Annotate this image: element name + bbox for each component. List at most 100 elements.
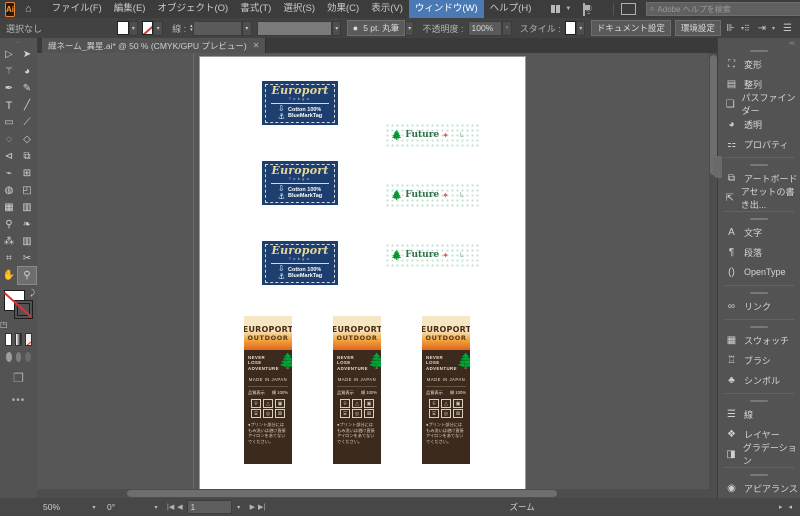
- scale-tool[interactable]: ⧉: [18, 148, 36, 165]
- curvature-tool[interactable]: ✎: [18, 80, 36, 97]
- first-artboard-icon[interactable]: |◀: [167, 503, 174, 511]
- search-input[interactable]: ⌕ Adobe ヘルプを検索: [645, 2, 800, 16]
- gradient-swatch-button[interactable]: [15, 333, 22, 346]
- panel-group-grip[interactable]: [718, 215, 800, 222]
- panel-brushes[interactable]: ♖ ブラシ: [718, 350, 800, 370]
- variable-width-profile[interactable]: [256, 20, 333, 36]
- fill-dropdown-icon[interactable]: ▾: [128, 20, 139, 36]
- arrange-documents-icon[interactable]: ▼: [551, 5, 571, 13]
- graphic-style-swatch[interactable]: [564, 21, 577, 35]
- hang-tag[interactable]: EUROPORT OUTDOOR NEVER LOSE ADVENTURE 🌲 …: [333, 316, 381, 464]
- distribute-spacing-icon[interactable]: ⇥ ▾: [758, 23, 775, 34]
- menu-item-type[interactable]: 書式(T): [234, 0, 277, 18]
- close-icon[interactable]: ✕: [253, 41, 260, 50]
- align-icon[interactable]: ⊪ ▾: [726, 23, 744, 34]
- lasso-tool[interactable]: ◕: [18, 63, 36, 80]
- panel-group-grip[interactable]: [718, 289, 800, 296]
- panel-symbols[interactable]: ♣ シンボル: [718, 370, 800, 390]
- opacity-dropdown-icon[interactable]: ›: [502, 20, 512, 36]
- preferences-button[interactable]: 環境設定: [674, 20, 721, 36]
- stroke-weight-input[interactable]: [192, 20, 243, 36]
- type-tool[interactable]: T: [0, 97, 18, 114]
- green-label[interactable]: 🌲 Future ✦ L: [385, 123, 481, 148]
- style-dropdown-icon[interactable]: ▾: [576, 20, 586, 36]
- selection-tool[interactable]: ▷: [0, 46, 18, 63]
- panel-swatches[interactable]: ▦ スウォッチ: [718, 330, 800, 350]
- panel-links[interactable]: ∞ リンク: [718, 296, 800, 316]
- paintbrush-tool[interactable]: ⟋: [18, 114, 36, 131]
- edit-toolbar-icon[interactable]: •••: [0, 391, 37, 406]
- zoom-level-input[interactable]: 50%: [37, 502, 87, 512]
- panel-transform[interactable]: ⛶ 変形: [718, 54, 800, 74]
- draw-normal-icon[interactable]: [6, 352, 12, 362]
- document-tab[interactable]: 織ネーム_異星.ai* @ 50 % (CMYK/GPU プレビュー) ✕: [42, 38, 267, 53]
- slice-tool[interactable]: ✂: [18, 250, 36, 267]
- share-icon[interactable]: [620, 3, 636, 15]
- magic-wand-tool[interactable]: ⚚: [0, 63, 18, 80]
- brush-definition-select[interactable]: ● 5 pt. 丸筆: [346, 20, 406, 36]
- hang-tag[interactable]: EUROPORT OUTDOOR NEVER LOSE ADVENTURE 🌲 …: [244, 316, 292, 464]
- panel-stroke[interactable]: ☰ 線: [718, 404, 800, 424]
- menu-item-view[interactable]: 表示(V): [365, 0, 409, 18]
- artboard[interactable]: Europort Tokyo ⇩ ⚓ Cotton 100% BlueMarkT…: [200, 57, 525, 494]
- hand-tool[interactable]: ✋: [0, 267, 18, 284]
- menu-item-window[interactable]: ウィンドウ(W): [408, 0, 484, 18]
- shape-builder-tool[interactable]: ◍: [0, 182, 18, 199]
- change-screen-mode-icon[interactable]: ❐: [0, 365, 37, 391]
- menu-item-edit[interactable]: 編集(E): [108, 0, 152, 18]
- symbol-sprayer-tool[interactable]: ⁂: [0, 233, 18, 250]
- gradient-tool[interactable]: ▥: [18, 199, 36, 216]
- eyedropper-tool[interactable]: ⚲: [0, 216, 18, 233]
- status-expand-icon[interactable]: ▸: [779, 503, 783, 511]
- menu-item-file[interactable]: ファイル(F): [46, 0, 108, 18]
- rotation-dropdown-icon[interactable]: ▾: [149, 504, 163, 511]
- stroke-swatch[interactable]: [142, 21, 154, 35]
- more-options-icon[interactable]: ☰: [783, 23, 800, 34]
- rotate-tool[interactable]: ⊲: [0, 148, 18, 165]
- column-graph-tool[interactable]: ▥: [18, 233, 36, 250]
- panel-pathfinder[interactable]: ❏ パスファインダー: [718, 93, 800, 116]
- pen-tool[interactable]: ✒: [0, 80, 18, 97]
- brush-dropdown-icon[interactable]: ▾: [405, 20, 415, 36]
- transform-icon[interactable]: ⠿: [744, 24, 751, 33]
- artboard-tool[interactable]: ⌗: [0, 250, 18, 267]
- artboard-dropdown-icon[interactable]: ▾: [232, 504, 246, 511]
- eraser-tool[interactable]: ◇: [18, 131, 36, 148]
- document-setup-button[interactable]: ドキュメント設定: [590, 20, 671, 36]
- shaper-tool[interactable]: ◌: [0, 131, 18, 148]
- green-label[interactable]: 🌲 Future ✦ L: [385, 243, 481, 268]
- rectangle-tool[interactable]: ▭: [0, 114, 18, 131]
- woven-label[interactable]: Europort Tokyo ⇩ ⚓ Cotton 100% BlueMarkT…: [262, 81, 338, 125]
- workspace-switcher-icon[interactable]: [583, 2, 591, 16]
- panel-opentype[interactable]: () OpenType: [718, 262, 800, 282]
- rotation-input[interactable]: 0°: [101, 502, 149, 512]
- panel-transparency[interactable]: ◕ 透明: [718, 114, 800, 134]
- stroke-weight-dropdown-icon[interactable]: ▾: [242, 20, 252, 36]
- panel-group-grip[interactable]: [718, 323, 800, 330]
- menu-item-object[interactable]: オブジェクト(O): [151, 0, 234, 18]
- blend-tool[interactable]: ❧: [18, 216, 36, 233]
- horizontal-scrollbar[interactable]: [37, 489, 718, 498]
- direct-selection-tool[interactable]: ➤: [18, 46, 36, 63]
- previous-artboard-icon[interactable]: ◀: [177, 503, 182, 511]
- panel-character[interactable]: A 文字: [718, 222, 800, 242]
- line-segment-tool[interactable]: ╱: [18, 97, 36, 114]
- artboard-number-input[interactable]: 1: [186, 500, 232, 514]
- perspective-grid-tool[interactable]: ◰: [18, 182, 36, 199]
- woven-label[interactable]: Europort Tokyo ⇩ ⚓ Cotton 100% BlueMarkT…: [262, 241, 338, 285]
- collapse-panels-button[interactable]: [713, 156, 722, 178]
- menu-item-effect[interactable]: 効果(C): [321, 0, 365, 18]
- width-tool[interactable]: ⌁: [0, 165, 18, 182]
- color-swatch-button[interactable]: [5, 333, 12, 346]
- panel-paragraph[interactable]: ¶ 段落: [718, 242, 800, 262]
- home-icon[interactable]: ⌂: [25, 3, 32, 15]
- none-swatch-button[interactable]: [25, 333, 32, 346]
- woven-label[interactable]: Europort Tokyo ⇩ ⚓ Cotton 100% BlueMarkT…: [262, 161, 338, 205]
- draw-behind-icon[interactable]: [15, 352, 22, 362]
- mesh-tool[interactable]: ▦: [0, 199, 18, 216]
- zoom-dropdown-icon[interactable]: ▾: [87, 504, 101, 511]
- panel-asset-export[interactable]: ⇱ アセットの書き出...: [718, 187, 800, 210]
- last-artboard-icon[interactable]: ▶|: [258, 503, 265, 511]
- menu-item-help[interactable]: ヘルプ(H): [484, 0, 538, 18]
- menu-item-select[interactable]: 選択(S): [277, 0, 321, 18]
